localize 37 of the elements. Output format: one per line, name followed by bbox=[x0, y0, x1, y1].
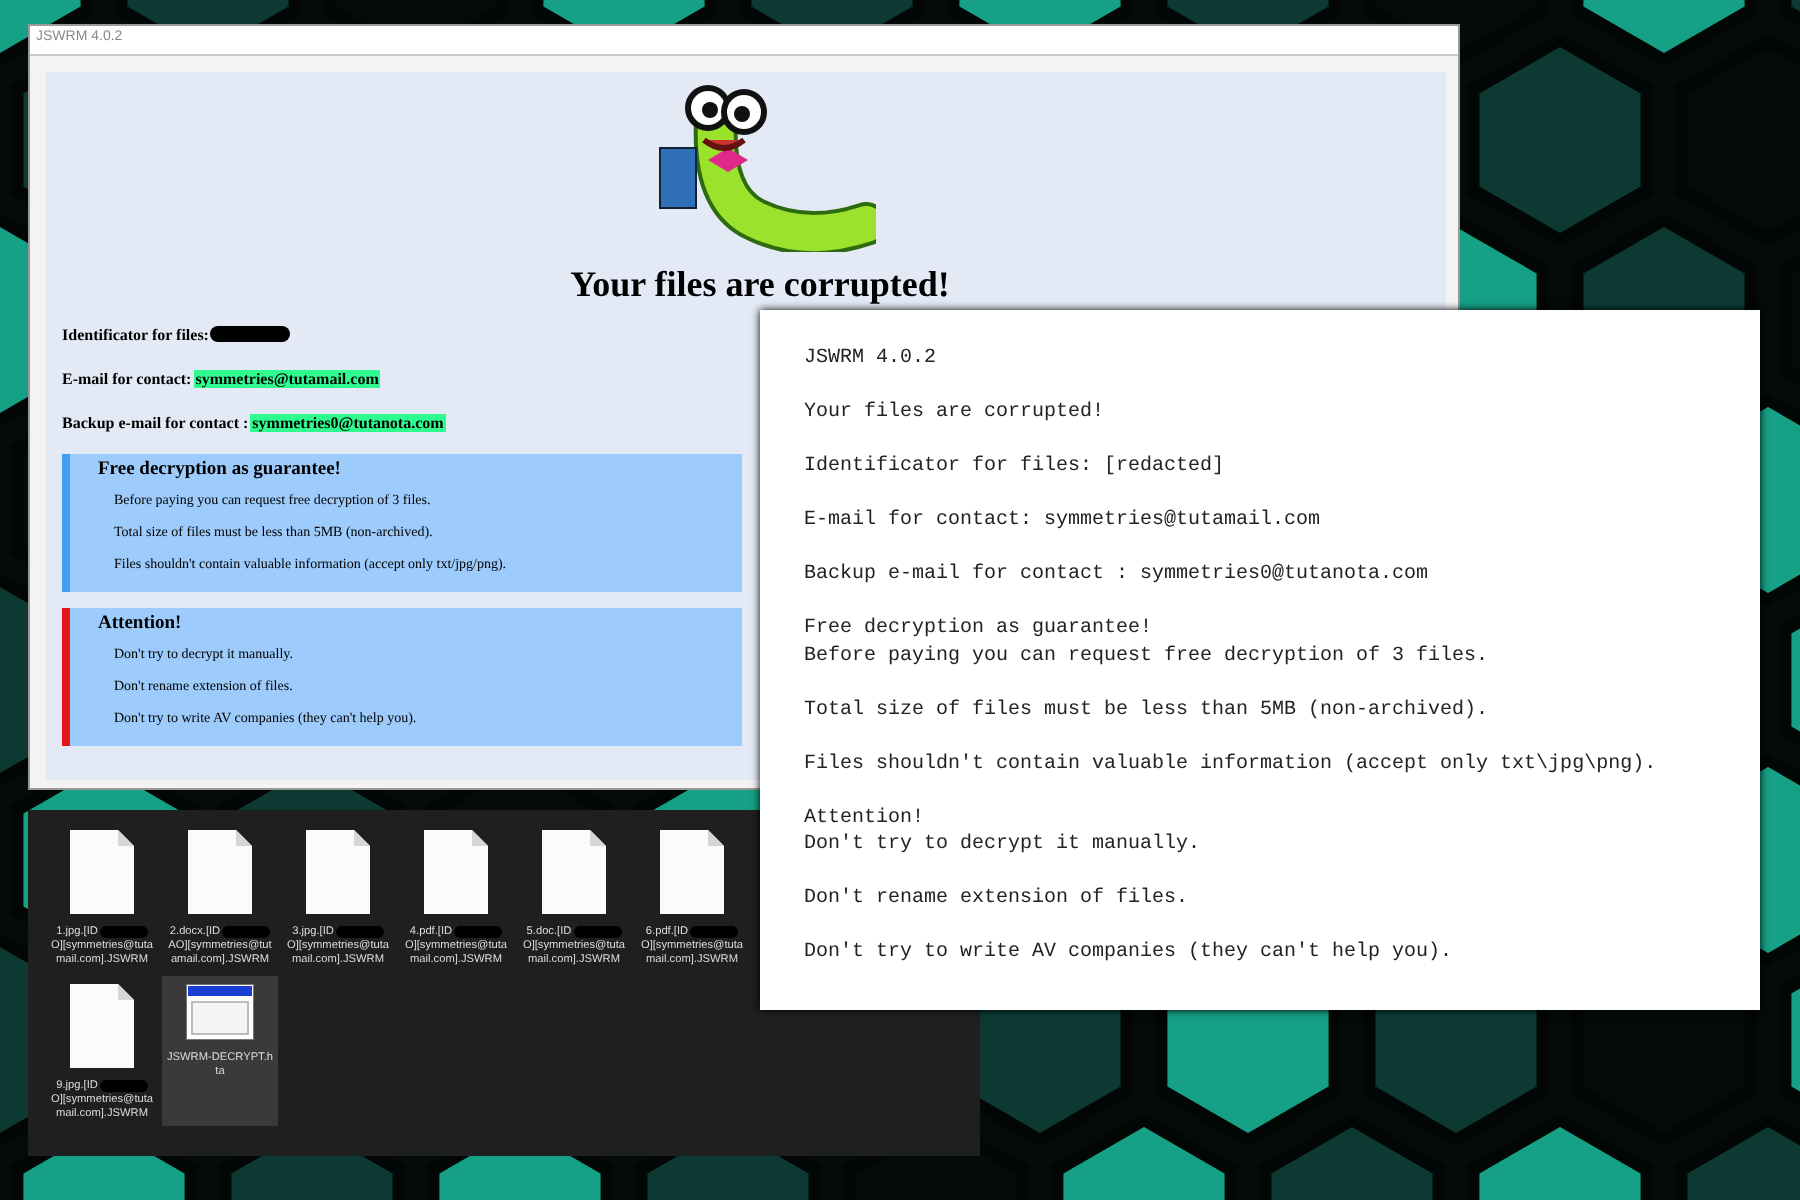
field-label: Backup e-mail for contact : bbox=[62, 413, 249, 431]
notice-title: Free decryption as guarantee! bbox=[98, 460, 343, 480]
field-label: Identificator for files: bbox=[62, 325, 209, 343]
document-icon bbox=[660, 830, 724, 914]
redaction-bar bbox=[335, 926, 384, 939]
document-icon bbox=[306, 830, 370, 914]
redaction-bar bbox=[690, 926, 739, 939]
text-line: E-mail for contact: symmetries@tutamail.com bbox=[804, 508, 1323, 535]
document-icon bbox=[542, 830, 606, 914]
document-icon bbox=[188, 830, 252, 914]
text-line: Don't try to decrypt it manually. bbox=[804, 832, 1203, 859]
text-line: Identificator for files: [redacted] bbox=[804, 454, 1227, 481]
application-window-icon bbox=[186, 983, 254, 1040]
redaction-bar bbox=[99, 926, 148, 939]
text-line: Don't rename extension of files. bbox=[804, 886, 1191, 913]
redaction-bar bbox=[210, 326, 291, 342]
document-icon bbox=[424, 830, 488, 914]
text-line: Attention! bbox=[804, 805, 927, 832]
text-line: Total size of files must be less than 5MB (non-archived). bbox=[804, 697, 1491, 724]
text-line: Don't try to write AV companies (they can't help you). bbox=[804, 940, 1455, 967]
email-address: symmetries@tutamail.com bbox=[193, 369, 381, 387]
text-line: Free decryption as guarantee! bbox=[804, 616, 1155, 643]
text-line: JSWRM 4.0.2 bbox=[804, 346, 939, 373]
text-line: Before paying you can request free decryption of 3 files. bbox=[804, 643, 1491, 670]
heading: Your files are corrupted! bbox=[570, 264, 950, 306]
redaction-bar bbox=[99, 1080, 148, 1093]
field-label: E-mail for contact: bbox=[62, 369, 192, 387]
text-line: Files shouldn't contain valuable information (accept only txt\jpg\png). bbox=[804, 751, 1659, 778]
notice-title: Attention! bbox=[98, 614, 184, 634]
document-icon bbox=[70, 983, 134, 1068]
redaction-bar bbox=[573, 926, 622, 939]
text-line: Backup e-mail for contact : symmetries0@tutanota.com bbox=[804, 562, 1431, 589]
redaction-bar bbox=[222, 926, 271, 939]
redaction-bar bbox=[454, 926, 503, 939]
document-icon bbox=[70, 830, 134, 914]
text-line: Your files are corrupted! bbox=[804, 400, 1107, 427]
email-address: symmetries0@tutanota.com bbox=[250, 413, 446, 431]
